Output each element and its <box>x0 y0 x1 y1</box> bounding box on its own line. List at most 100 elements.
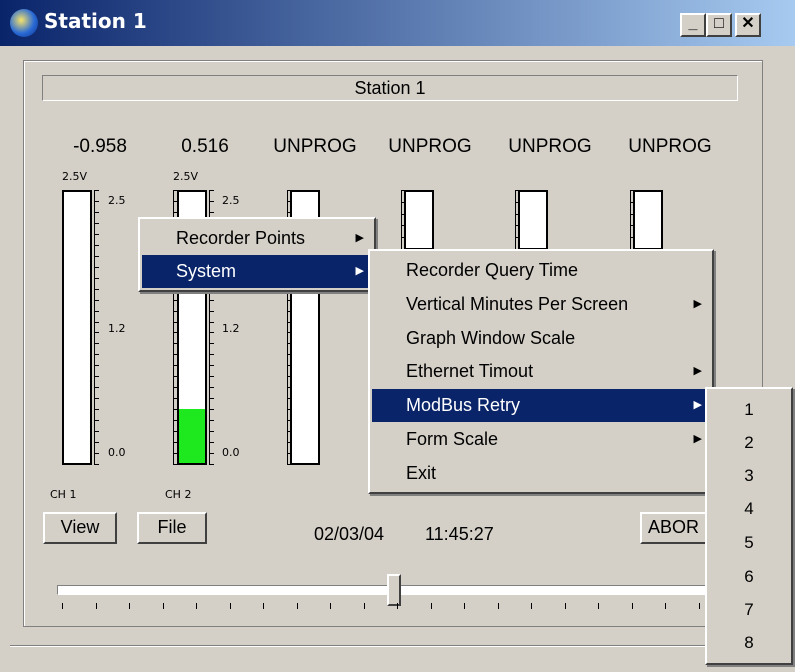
time-slider-thumb[interactable] <box>387 574 401 606</box>
scale-tick <box>210 398 214 399</box>
scale-tick <box>210 201 214 202</box>
chevron-right-icon: ▶ <box>355 232 364 244</box>
ch2-bar-fill <box>179 408 205 463</box>
scale-tick <box>95 431 99 432</box>
ch5-bar-gauge <box>518 190 548 250</box>
slider-tick <box>229 603 231 609</box>
scale-tick <box>210 190 214 191</box>
chevron-right-icon: ▶ <box>693 399 702 411</box>
window-title: Station 1 <box>44 9 147 33</box>
slider-tick <box>598 603 599 609</box>
scale-tick <box>95 300 99 301</box>
scale-tick <box>210 442 214 443</box>
ch4-reading: UNPROG <box>388 136 472 157</box>
close-button[interactable]: ✕ <box>735 13 761 37</box>
modbus-retry-option-6[interactable]: 6 <box>707 560 791 593</box>
ch2-label: CH 2 <box>165 488 192 501</box>
minimize-button[interactable]: _ <box>680 13 706 37</box>
menu-item-exit-label: Exit <box>406 463 437 483</box>
slider-tick <box>698 603 700 609</box>
modbus-retry-option-2[interactable]: 2 <box>707 426 791 459</box>
date-display: 02/03/04 <box>314 524 385 544</box>
menu-item-recorder-query-time[interactable]: Recorder Query Time <box>372 254 710 287</box>
scale-tick <box>95 212 99 213</box>
scale-tick <box>210 332 214 333</box>
scale-tick <box>95 343 99 344</box>
chevron-right-icon: ▶ <box>693 365 702 377</box>
slider-tick <box>497 603 499 609</box>
modbus-retry-option-8[interactable]: 8 <box>707 626 791 659</box>
scale-tick <box>210 365 214 366</box>
scale-tick <box>95 322 99 323</box>
chevron-right-icon: ▶ <box>355 265 364 277</box>
menu-item-graph-window-scale[interactable]: Graph Window Scale <box>372 322 710 355</box>
ch2-scale-top: 2.5V <box>173 170 199 183</box>
slider-tick <box>263 603 264 609</box>
modbus-retry-option-4[interactable]: 4 <box>707 492 791 525</box>
scale-tick <box>95 289 99 290</box>
scale-tick <box>210 387 214 388</box>
menu-item-modbus-retry[interactable]: ModBus Retry ▶ <box>372 389 710 422</box>
slider-tick <box>363 603 365 609</box>
menu-item-system[interactable]: System ▶ <box>142 255 372 288</box>
scale-tick <box>210 212 214 213</box>
scale-tick <box>210 409 214 410</box>
ch1-bar-gauge <box>62 190 92 465</box>
scale-tick <box>95 332 99 333</box>
menu-item-exit[interactable]: Exit <box>372 457 710 490</box>
slider-tick <box>665 603 666 609</box>
ch1-mid-label: 1.2 <box>108 322 126 335</box>
modbus-retry-option-7[interactable]: 7 <box>707 593 791 626</box>
view-button[interactable]: View <box>43 512 117 544</box>
slider-tick <box>129 603 130 609</box>
modbus-retry-option-5[interactable]: 5 <box>707 526 791 559</box>
scale-tick <box>210 431 214 432</box>
ch1-scale <box>94 190 100 465</box>
scale-tick <box>210 311 214 312</box>
modbus-retry-option-1[interactable]: 1 <box>707 393 791 426</box>
scale-tick <box>210 322 214 323</box>
scale-tick <box>95 453 99 454</box>
scale-tick <box>95 256 99 257</box>
slider-tick <box>330 603 331 609</box>
ch6-reading: UNPROG <box>628 136 712 157</box>
maximize-button[interactable]: □ <box>706 13 732 37</box>
slider-tick <box>162 603 164 609</box>
scale-tick <box>210 300 214 301</box>
ch3-reading: UNPROG <box>273 136 357 157</box>
scale-tick <box>95 311 99 312</box>
menu-item-recorder-points[interactable]: Recorder Points ▶ <box>142 222 372 255</box>
slider-tick <box>531 603 532 609</box>
menu-item-ethernet-timeout[interactable]: Ethernet Timout ▶ <box>372 355 710 388</box>
menu-item-vertical-minutes[interactable]: Vertical Minutes Per Screen ▶ <box>372 288 710 321</box>
ch2-reading: 0.516 <box>181 136 229 157</box>
slider-tick <box>296 603 298 609</box>
scale-tick <box>210 343 214 344</box>
modbus-retry-option-3[interactable]: 3 <box>707 459 791 492</box>
title-bar[interactable]: Station 1 _ □ ✕ <box>0 0 795 46</box>
slider-tick <box>564 603 566 609</box>
slider-tick <box>631 603 633 609</box>
menu-item-form-scale[interactable]: Form Scale ▶ <box>372 423 710 456</box>
ch2-max-label: 2.5 <box>222 194 240 207</box>
scale-tick <box>95 201 99 202</box>
ch6-bar-gauge <box>633 190 663 250</box>
ch2-min-label: 0.0 <box>222 446 240 459</box>
menu-item-modbus-retry-label: ModBus Retry <box>406 395 521 415</box>
file-button[interactable]: File <box>137 512 207 544</box>
scale-tick <box>210 376 214 377</box>
scale-tick <box>95 398 99 399</box>
menu-item-form-scale-label: Form Scale <box>406 429 499 449</box>
abort-button[interactable]: ABOR <box>640 512 710 544</box>
globe-icon[interactable] <box>10 9 38 37</box>
time-slider-track[interactable] <box>57 585 707 595</box>
scale-tick <box>95 223 99 224</box>
ch1-max-label: 2.5 <box>108 194 126 207</box>
time-display: 11:45:27 <box>425 524 494 544</box>
scale-tick <box>95 354 99 355</box>
ch1-label: CH 1 <box>50 488 77 501</box>
scale-tick <box>95 387 99 388</box>
context-menu: Recorder Points ▶ System ▶ <box>138 217 376 292</box>
scale-tick <box>95 409 99 410</box>
slider-tick <box>464 603 465 609</box>
